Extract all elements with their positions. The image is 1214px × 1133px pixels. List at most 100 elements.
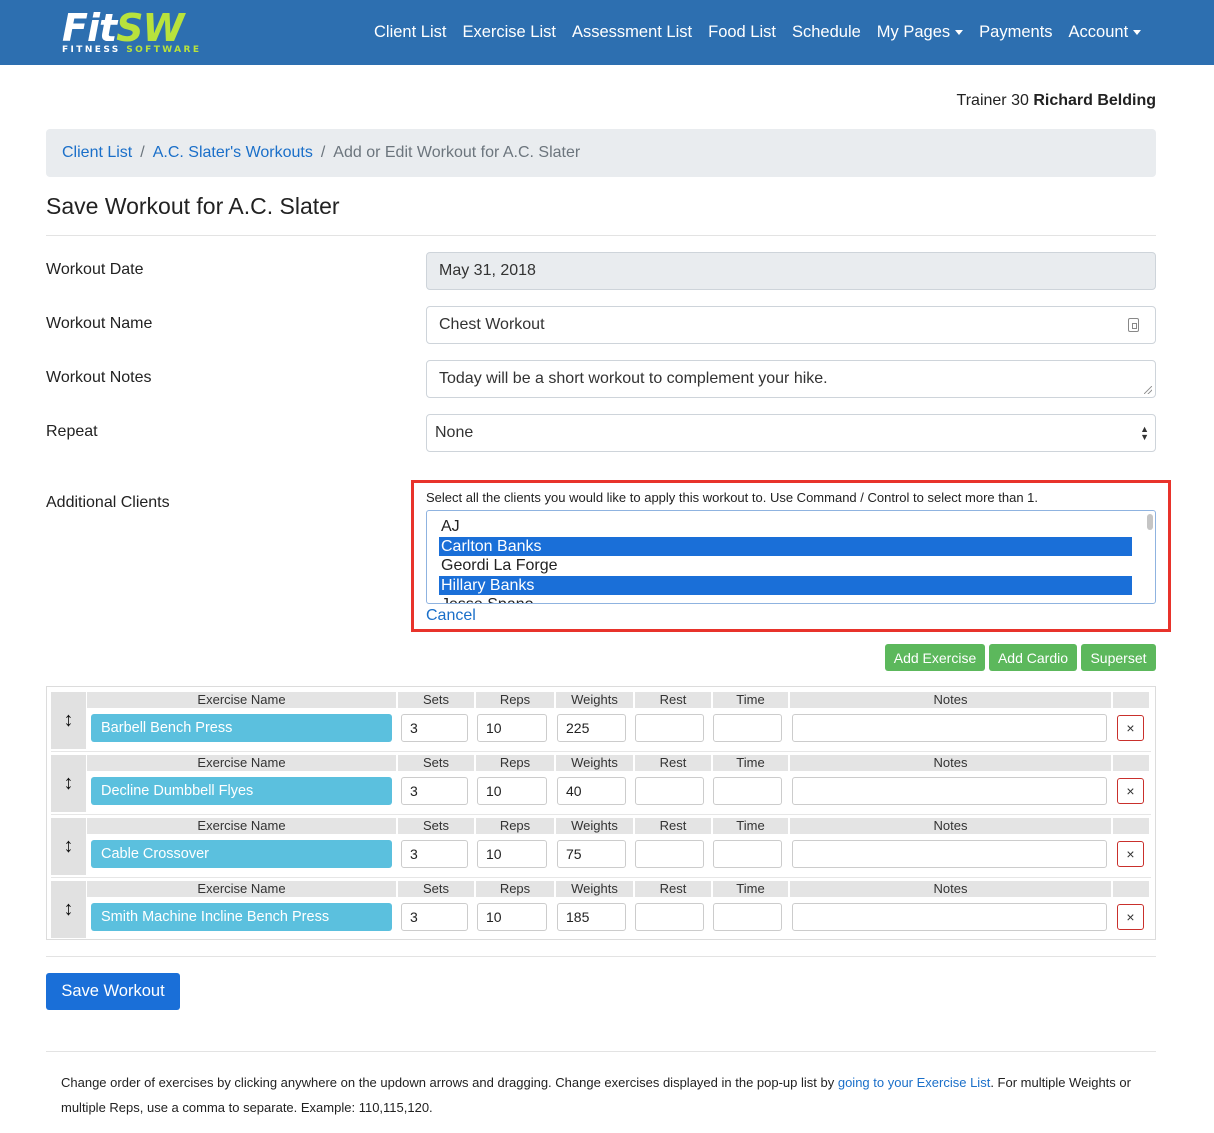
exercise-table: ↕ Exercise Name Sets Reps Weights Rest T… bbox=[46, 686, 1156, 940]
exercise-list-link[interactable]: going to your Exercise List bbox=[838, 1075, 990, 1090]
caret-down-icon bbox=[1133, 30, 1142, 35]
divider bbox=[46, 1051, 1156, 1052]
notes-input[interactable] bbox=[792, 840, 1107, 868]
header-reps: Reps bbox=[476, 755, 554, 771]
exercise-row[interactable]: ↕ Exercise Name Sets Reps Weights Rest T… bbox=[51, 818, 1151, 875]
rest-input[interactable] bbox=[635, 903, 704, 931]
reps-input[interactable]: 10 bbox=[477, 903, 547, 931]
workout-date-row: Workout Date May 31, 2018 bbox=[46, 252, 1156, 290]
header-weights: Weights bbox=[556, 692, 633, 708]
nav-food-list[interactable]: Food List bbox=[708, 23, 776, 42]
header-rest: Rest bbox=[635, 755, 711, 771]
header-sets: Sets bbox=[398, 692, 474, 708]
row-divider bbox=[51, 751, 1151, 752]
fitsw-logo[interactable]: Fit SW FITNESS SOFTWARE bbox=[62, 9, 222, 55]
cancel-link[interactable]: Cancel bbox=[426, 607, 476, 625]
repeat-label: Repeat bbox=[46, 423, 98, 440]
drag-updown-icon[interactable]: ↕ bbox=[51, 692, 86, 749]
row-divider bbox=[51, 814, 1151, 815]
rest-input[interactable] bbox=[635, 840, 704, 868]
nav-payments[interactable]: Payments bbox=[979, 23, 1052, 42]
header-reps: Reps bbox=[476, 881, 554, 897]
client-option[interactable]: Jesse Spano bbox=[439, 595, 1132, 603]
notes-input[interactable] bbox=[792, 714, 1107, 742]
header-time: Time bbox=[713, 818, 788, 834]
scrollbar-thumb[interactable] bbox=[1147, 514, 1153, 530]
rest-input[interactable] bbox=[635, 714, 704, 742]
breadcrumb: Client List / A.C. Slater's Workouts / A… bbox=[46, 129, 1156, 177]
divider bbox=[46, 235, 1156, 236]
reps-input[interactable]: 10 bbox=[477, 777, 547, 805]
nav-client-list[interactable]: Client List bbox=[374, 23, 446, 42]
delete-exercise-button[interactable]: × bbox=[1117, 841, 1144, 867]
drag-updown-icon[interactable]: ↕ bbox=[51, 881, 86, 938]
add-exercise-button[interactable]: Add Exercise bbox=[885, 644, 985, 671]
workout-name-input[interactable]: Chest Workout bbox=[426, 306, 1156, 344]
exercise-name-button[interactable]: Cable Crossover bbox=[91, 840, 392, 868]
reps-input[interactable]: 10 bbox=[477, 840, 547, 868]
client-option-selected[interactable]: Carlton Banks bbox=[439, 537, 1132, 556]
sets-input[interactable]: 3 bbox=[401, 714, 468, 742]
nav-my-pages-dropdown[interactable]: My Pages bbox=[877, 23, 964, 42]
header-exercise-name: Exercise Name bbox=[87, 818, 396, 834]
exercise-row[interactable]: ↕ Exercise Name Sets Reps Weights Rest T… bbox=[51, 692, 1151, 749]
weights-input[interactable]: 185 bbox=[557, 903, 626, 931]
add-cardio-button[interactable]: Add Cardio bbox=[989, 644, 1077, 671]
client-option[interactable]: AJ bbox=[439, 517, 1132, 536]
delete-exercise-button[interactable]: × bbox=[1117, 715, 1144, 741]
save-workout-button[interactable]: Save Workout bbox=[46, 973, 180, 1010]
breadcrumb-separator: / bbox=[320, 144, 326, 161]
resize-grip-icon[interactable] bbox=[1144, 386, 1152, 394]
exercise-row[interactable]: ↕ Exercise Name Sets Reps Weights Rest T… bbox=[51, 755, 1151, 812]
reps-input[interactable]: 10 bbox=[477, 714, 547, 742]
exercise-row[interactable]: ↕ Exercise Name Sets Reps Weights Rest T… bbox=[51, 881, 1151, 938]
exercise-name-button[interactable]: Decline Dumbbell Flyes bbox=[91, 777, 392, 805]
repeat-row: Repeat None ▲ ▼ bbox=[46, 414, 1156, 452]
drag-updown-icon[interactable]: ↕ bbox=[51, 755, 86, 812]
sets-input[interactable]: 3 bbox=[401, 840, 468, 868]
client-option-selected[interactable]: Hillary Banks bbox=[439, 576, 1132, 595]
delete-exercise-button[interactable]: × bbox=[1117, 904, 1144, 930]
superset-button[interactable]: Superset bbox=[1081, 644, 1156, 671]
additional-clients-select[interactable]: AJ Carlton Banks Geordi La Forge Hillary… bbox=[426, 510, 1156, 604]
weights-input[interactable]: 225 bbox=[557, 714, 626, 742]
autofill-contact-icon[interactable] bbox=[1128, 318, 1139, 332]
header-delete bbox=[1113, 755, 1149, 771]
header-weights: Weights bbox=[556, 755, 633, 771]
sets-input[interactable]: 3 bbox=[401, 777, 468, 805]
time-input[interactable] bbox=[713, 840, 782, 868]
header-delete bbox=[1113, 818, 1149, 834]
workout-date-label: Workout Date bbox=[46, 261, 144, 278]
rest-input[interactable] bbox=[635, 777, 704, 805]
header-notes: Notes bbox=[790, 881, 1111, 897]
time-input[interactable] bbox=[713, 714, 782, 742]
weights-input[interactable]: 40 bbox=[557, 777, 626, 805]
header-rest: Rest bbox=[635, 692, 711, 708]
sets-input[interactable]: 3 bbox=[401, 903, 468, 931]
time-input[interactable] bbox=[713, 903, 782, 931]
drag-updown-icon[interactable]: ↕ bbox=[51, 818, 86, 875]
weights-input[interactable]: 75 bbox=[557, 840, 626, 868]
notes-input[interactable] bbox=[792, 777, 1107, 805]
logo-fit-text: Fit bbox=[62, 6, 117, 50]
logo-sw-text: SW bbox=[116, 6, 184, 50]
repeat-select[interactable]: None ▲ ▼ bbox=[426, 414, 1156, 452]
notes-input[interactable] bbox=[792, 903, 1107, 931]
client-option[interactable]: Geordi La Forge bbox=[439, 556, 1132, 575]
delete-exercise-button[interactable]: × bbox=[1117, 778, 1144, 804]
exercise-name-button[interactable]: Barbell Bench Press bbox=[91, 714, 392, 742]
nav-assessment-list[interactable]: Assessment List bbox=[572, 23, 692, 42]
breadcrumb-current: Add or Edit Workout for A.C. Slater bbox=[333, 144, 581, 161]
breadcrumb-workouts[interactable]: A.C. Slater's Workouts bbox=[153, 144, 313, 162]
time-input[interactable] bbox=[713, 777, 782, 805]
workout-date-field[interactable]: May 31, 2018 bbox=[426, 252, 1156, 290]
nav-account-dropdown[interactable]: Account bbox=[1069, 23, 1142, 42]
nav-exercise-list[interactable]: Exercise List bbox=[462, 23, 556, 42]
header-notes: Notes bbox=[790, 755, 1111, 771]
breadcrumb-client-list[interactable]: Client List bbox=[62, 144, 132, 162]
workout-notes-textarea[interactable]: Today will be a short workout to complem… bbox=[426, 360, 1156, 398]
nav-schedule[interactable]: Schedule bbox=[792, 23, 861, 42]
exercise-name-button[interactable]: Smith Machine Incline Bench Press bbox=[91, 903, 392, 931]
header-weights: Weights bbox=[556, 818, 633, 834]
help-footer: Change order of exercises by clicking an… bbox=[61, 1070, 1141, 1120]
